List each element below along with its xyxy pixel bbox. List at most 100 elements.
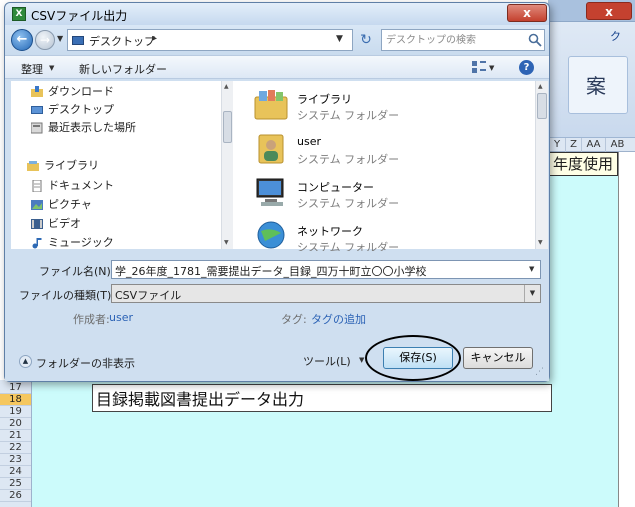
- filename-input[interactable]: 学_26年度_1781_需要提出データ_目録_四万十町立〇〇小学校 ▼: [111, 260, 541, 279]
- chevron-down-icon[interactable]: ▼: [49, 64, 54, 72]
- nav-item-label: ライブラリ: [44, 159, 99, 172]
- list-item-computer[interactable]: コンピューター システム フォルダー: [253, 173, 533, 215]
- scroll-up-icon[interactable]: ▲: [224, 83, 229, 90]
- documents-icon: [32, 180, 42, 192]
- user-folder-icon: [258, 134, 284, 164]
- file-name: コンピューター: [297, 181, 374, 194]
- computer-icon: [256, 178, 284, 206]
- command-toolbar: 整理 ▼ 新しいフォルダー ▼ ?: [5, 55, 549, 79]
- file-type: システム フォルダー: [297, 197, 400, 210]
- filetype-select[interactable]: CSVファイル ▼: [111, 284, 541, 303]
- column-header[interactable]: AB: [605, 138, 629, 152]
- nav-item-label: 最近表示した場所: [48, 121, 136, 134]
- row-header[interactable]: 20: [0, 418, 31, 430]
- tag-label: タグ:: [281, 313, 307, 326]
- nav-item-label: ピクチャ: [48, 198, 92, 211]
- download-folder-icon: [31, 86, 43, 97]
- search-icon[interactable]: [528, 33, 542, 47]
- sheet-right-edge: [618, 152, 635, 507]
- ribbon-glyph: 案: [586, 74, 606, 98]
- nav-pane-scroll-thumb[interactable]: [223, 111, 232, 143]
- filetype-label: ファイルの種類(T):: [19, 289, 116, 302]
- music-icon: [32, 238, 42, 249]
- excel-close-button[interactable]: x: [586, 2, 632, 20]
- nav-item-label: ドキュメント: [48, 179, 114, 192]
- row-header[interactable]: 25: [0, 478, 31, 490]
- libraries-icon: [27, 161, 39, 171]
- organize-button[interactable]: 整理: [21, 61, 43, 77]
- author-label: 作成者:: [73, 313, 110, 326]
- column-header[interactable]: Z: [565, 138, 581, 152]
- row-header[interactable]: 24: [0, 466, 31, 478]
- nav-item-label: ダウンロード: [48, 85, 114, 98]
- address-bar[interactable]: デスクトップ ▸ ▼: [67, 29, 353, 51]
- videos-icon: [31, 219, 43, 229]
- file-name: ライブラリ: [297, 93, 352, 106]
- file-list-scroll-thumb[interactable]: [537, 93, 547, 119]
- network-icon: [257, 221, 285, 249]
- file-name: user: [297, 135, 321, 148]
- chevron-down-icon[interactable]: ▼: [529, 265, 534, 273]
- refresh-icon[interactable]: ↻: [357, 31, 375, 49]
- help-button[interactable]: ?: [519, 60, 534, 75]
- file-list-scrollbar[interactable]: ▲ ▼: [535, 81, 548, 249]
- list-item-user[interactable]: user システム フォルダー: [253, 129, 533, 171]
- save-button[interactable]: 保存(S): [383, 347, 453, 369]
- desktop-icon: [72, 36, 84, 45]
- add-tag-link[interactable]: タグの追加: [311, 311, 366, 327]
- new-folder-button[interactable]: 新しいフォルダー: [79, 61, 167, 77]
- row-header[interactable]: 21: [0, 430, 31, 442]
- address-dropdown-icon[interactable]: ▼: [336, 34, 343, 44]
- dialog-title: CSVファイル出力: [31, 9, 128, 23]
- nav-item-label: デスクトップ: [48, 103, 114, 116]
- excel-ribbon: ク 案: [548, 22, 635, 138]
- chevron-down-icon[interactable]: ▼: [489, 64, 494, 72]
- row-header[interactable]: 22: [0, 442, 31, 454]
- row-header[interactable]: 17: [0, 382, 31, 394]
- search-box[interactable]: [381, 29, 545, 51]
- row-header[interactable]: 19: [0, 406, 31, 418]
- filetype-value: CSVファイル: [115, 289, 182, 302]
- column-header[interactable]: Y: [548, 138, 565, 152]
- history-dropdown-icon[interactable]: ▼: [57, 34, 63, 43]
- nav-pane-scrollbar[interactable]: ▲ ▼: [221, 81, 233, 249]
- tools-button[interactable]: ツール(L): [303, 353, 351, 369]
- filename-value[interactable]: 学_26年度_1781_需要提出データ_目録_四万十町立〇〇小学校: [115, 263, 427, 279]
- excel-app-icon: X: [12, 7, 26, 21]
- row-header-active[interactable]: 18: [0, 394, 31, 406]
- scroll-down-icon[interactable]: ▼: [538, 239, 543, 246]
- author-value[interactable]: user: [109, 311, 133, 324]
- forward-button[interactable]: →: [35, 30, 55, 50]
- ribbon-tab[interactable]: ク: [610, 28, 621, 44]
- file-name: ネットワーク: [297, 225, 363, 238]
- resize-grip-icon[interactable]: ⋰: [535, 367, 544, 377]
- desktop-icon: [31, 106, 43, 114]
- dialog-title-bar[interactable]: X CSVファイル出力 x: [5, 3, 549, 25]
- scroll-up-icon[interactable]: ▲: [538, 83, 543, 90]
- search-input[interactable]: [384, 31, 524, 49]
- output-button-label: 目録掲載図書提出データ出力: [96, 390, 305, 409]
- chevron-down-icon[interactable]: ▼: [524, 285, 540, 302]
- back-button[interactable]: ←: [11, 29, 33, 51]
- row-header[interactable]: 26: [0, 490, 31, 502]
- save-form: ファイル名(N): 学_26年度_1781_需要提出データ_目録_四万十町立〇〇…: [5, 251, 549, 381]
- navigation-bar: ← → ▼ デスクトップ ▸ ▼ ↻: [5, 25, 549, 55]
- list-item-libraries[interactable]: ライブラリ システム フォルダー: [253, 85, 533, 127]
- chevron-down-icon[interactable]: ▼: [359, 356, 364, 364]
- view-options-icon[interactable]: [471, 60, 487, 74]
- file-type: システム フォルダー: [297, 109, 400, 122]
- scroll-down-icon[interactable]: ▼: [224, 239, 229, 246]
- row-header[interactable]: 23: [0, 454, 31, 466]
- column-headers: Y Z AA AB: [548, 138, 635, 152]
- year-label-box: 年度使用: [548, 152, 618, 176]
- filename-label: ファイル名(N):: [39, 265, 115, 278]
- chevron-up-icon: ▲: [19, 355, 32, 368]
- chevron-right-icon[interactable]: ▸: [152, 33, 157, 44]
- address-crumb[interactable]: デスクトップ: [89, 33, 155, 49]
- save-dialog: X CSVファイル出力 x ← → ▼ デスクトップ ▸ ▼ ↻ 整理 ▼ 新し…: [4, 2, 550, 382]
- nav-item-label: ビデオ: [48, 217, 81, 230]
- cancel-button[interactable]: キャンセル: [463, 347, 533, 369]
- close-button[interactable]: x: [507, 4, 547, 22]
- column-header[interactable]: AA: [581, 138, 605, 152]
- sheet-cell-area-right[interactable]: [548, 152, 618, 507]
